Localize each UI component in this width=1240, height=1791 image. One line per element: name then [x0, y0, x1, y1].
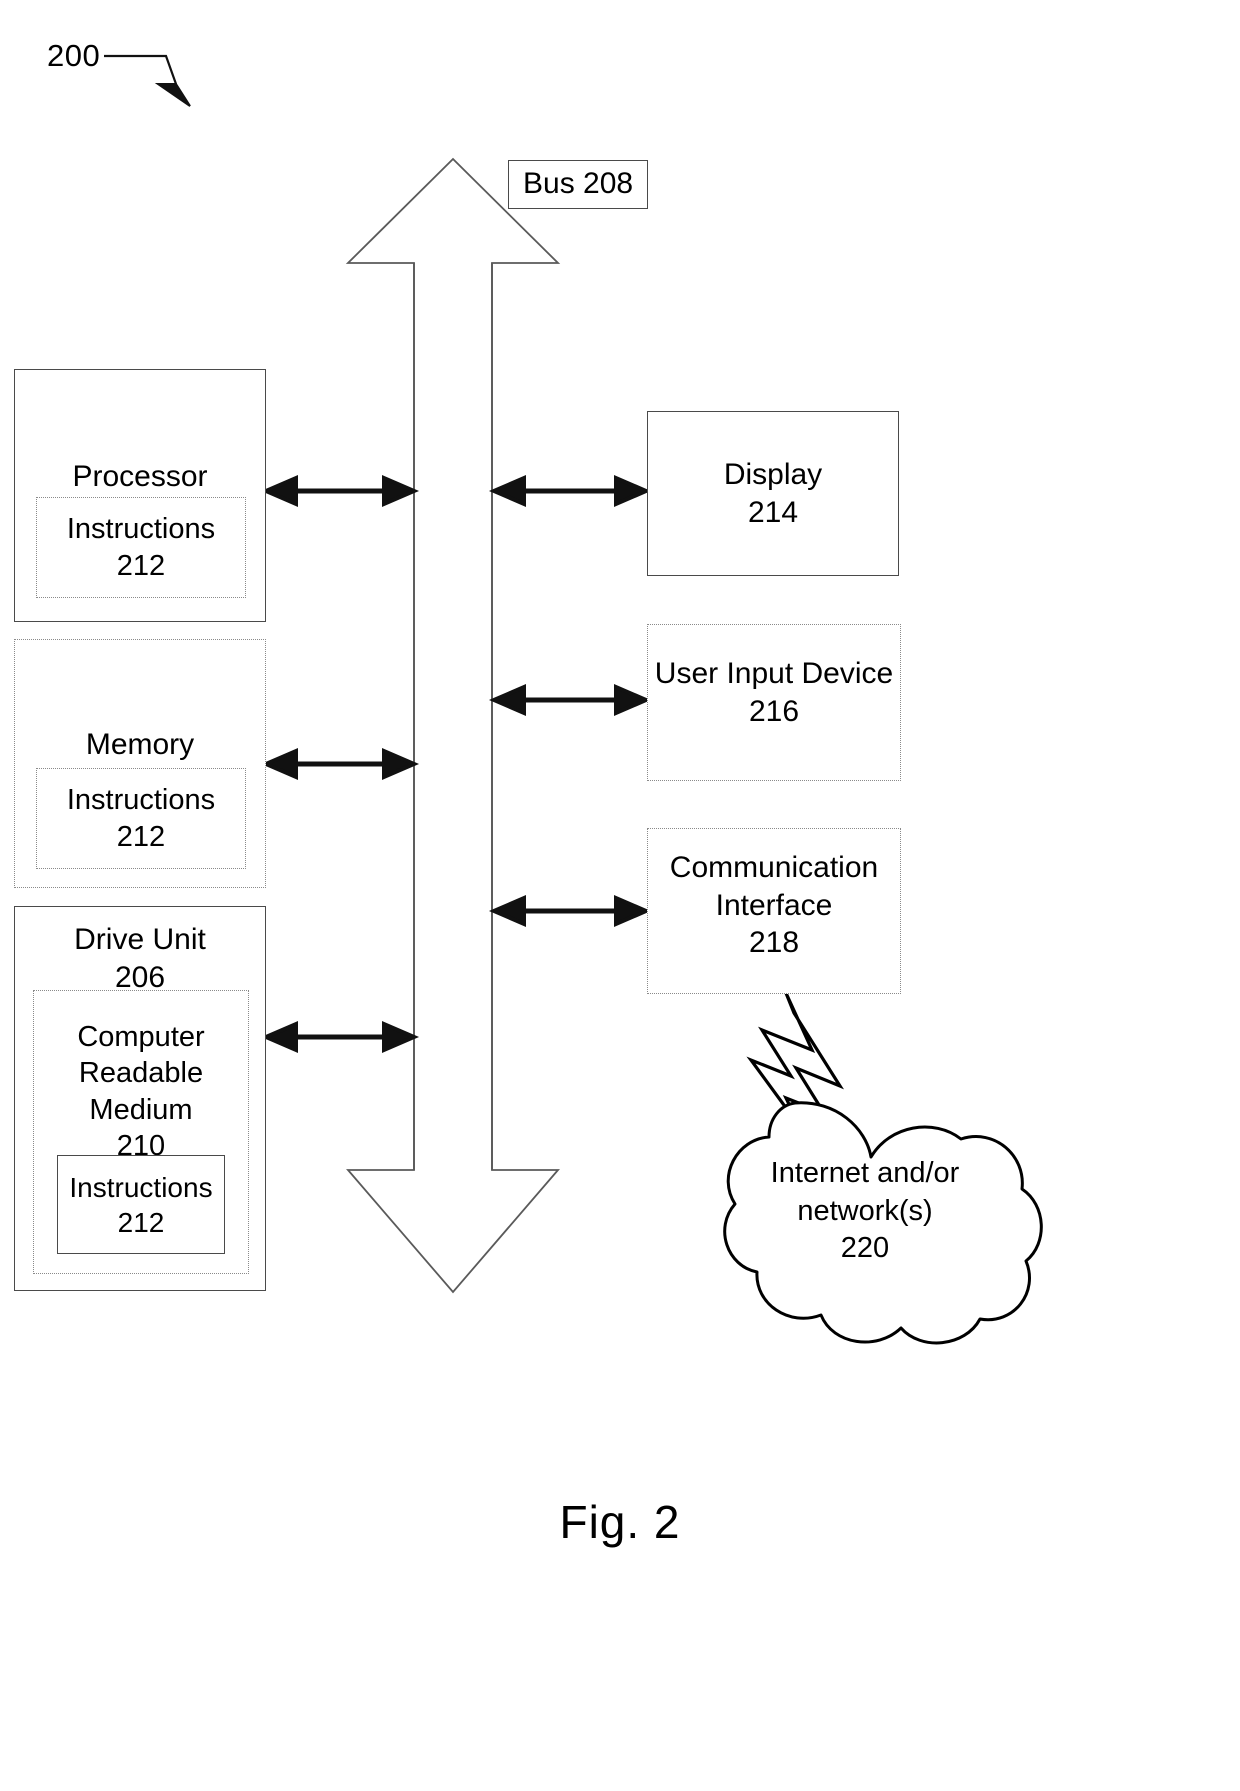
user-input-device-numeral: 216: [748, 694, 800, 728]
figure-reference-numeral: 200: [47, 38, 101, 73]
drive-instructions-numeral: 212: [117, 1206, 165, 1238]
communication-interface-numeral: 218: [748, 926, 800, 959]
arrow-drive-bus: [260, 1020, 420, 1054]
drive-instructions-title: Instructions: [69, 1171, 213, 1203]
memory-title: Memory: [85, 728, 195, 761]
reference-leader-line: [104, 54, 178, 85]
memory-instructions-numeral: 212: [116, 820, 166, 853]
drive-unit-title: Drive Unit: [74, 923, 206, 956]
patent-figure-2: 200 Bus 208 Processor 202 Instructions 2…: [0, 0, 1240, 1791]
lightning-bolt-icon: [746, 992, 845, 1128]
user-input-device-title: User Input Device: [654, 657, 894, 690]
user-input-device-block: User Input Device 216: [647, 624, 901, 781]
arrow-processor-bus: [260, 474, 420, 508]
processor-title: Processor: [72, 460, 208, 493]
arrow-bus-user-input-device: [488, 683, 652, 717]
computer-readable-medium-title: Computer Readable Medium: [77, 1021, 205, 1126]
display-numeral: 214: [747, 495, 799, 529]
display-title: Display: [723, 458, 823, 491]
processor-instructions-title: Instructions: [66, 513, 216, 546]
arrow-bus-display: [488, 474, 652, 508]
network-cloud-label: Internet and/or network(s) 220: [700, 1155, 1030, 1268]
arrow-memory-bus: [260, 747, 420, 781]
communication-interface-block: Communication Interface 218: [647, 828, 901, 994]
network-cloud-numeral: 220: [840, 1232, 890, 1265]
processor-instructions-numeral: 212: [116, 549, 166, 582]
network-cloud-title: Internet and/or network(s): [770, 1157, 960, 1227]
drive-instructions-block: Instructions 212: [57, 1155, 225, 1254]
figure-caption: Fig. 2: [559, 1496, 681, 1548]
display-block: Display 214: [647, 411, 899, 576]
memory-instructions-block: Instructions 212: [36, 768, 246, 869]
bus-shaft-interior: [415, 264, 491, 1169]
bus-arrow-shape: [345, 157, 561, 1294]
reference-leader-arrowhead: [154, 83, 191, 107]
arrow-bus-communication-interface: [488, 894, 652, 928]
bus-label: Bus 208: [508, 160, 649, 209]
processor-instructions-block: Instructions 212: [36, 497, 246, 598]
communication-interface-title: Communication Interface: [669, 851, 879, 922]
memory-instructions-title: Instructions: [66, 784, 216, 817]
